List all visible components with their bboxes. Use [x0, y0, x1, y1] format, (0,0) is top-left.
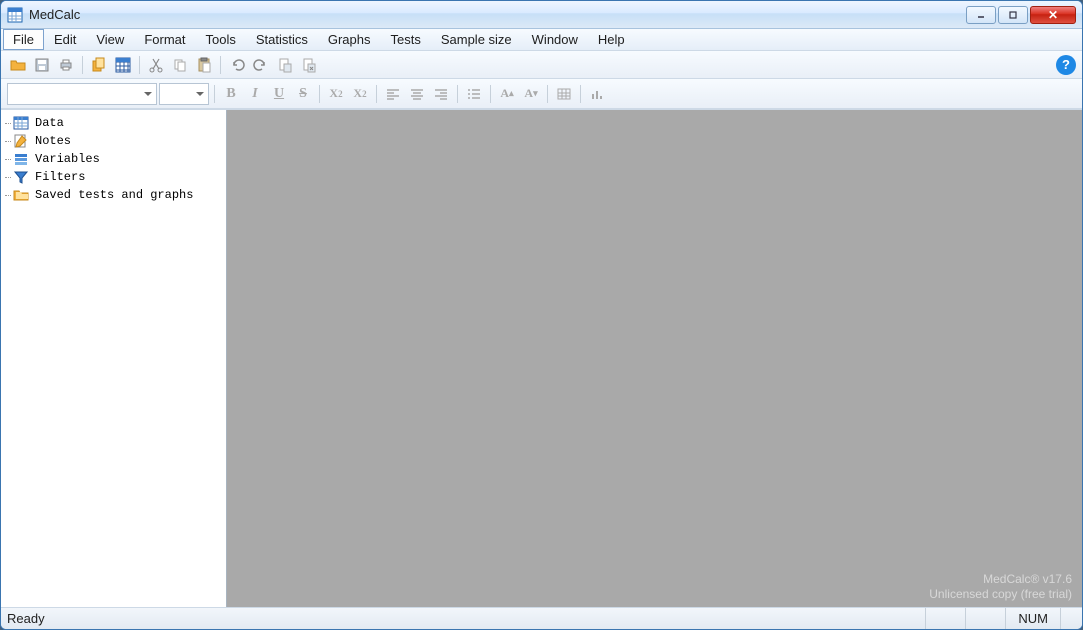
undo-icon[interactable]: [226, 54, 248, 76]
doc-icon-2[interactable]: [298, 54, 320, 76]
chevron-down-icon: [196, 92, 204, 96]
toolbar-separator: [376, 85, 377, 103]
decrease-font-button[interactable]: A▾: [520, 83, 542, 105]
align-left-button[interactable]: [382, 83, 404, 105]
insert-table-button[interactable]: [553, 83, 575, 105]
chevron-down-icon: [144, 92, 152, 96]
tree-label: Filters: [35, 170, 85, 184]
app-window: MedCalc ✕ File Edit View Format Tools St…: [0, 0, 1083, 630]
menu-statistics[interactable]: Statistics: [246, 29, 318, 50]
window-controls: ✕: [966, 6, 1076, 24]
menu-file[interactable]: File: [3, 29, 44, 50]
menu-format[interactable]: Format: [134, 29, 195, 50]
open-icon[interactable]: [7, 54, 29, 76]
menubar: File Edit View Format Tools Statistics G…: [1, 29, 1082, 51]
font-size-combo[interactable]: [159, 83, 209, 105]
filter-icon: [13, 169, 29, 185]
italic-button[interactable]: I: [244, 83, 266, 105]
tree-item-data[interactable]: Data: [1, 114, 226, 132]
variables-icon: [13, 151, 29, 167]
status-cell-empty-1: [925, 608, 965, 629]
menu-tools[interactable]: Tools: [195, 29, 245, 50]
format-toolbar: B I U S X2 X2 A▴ A▾: [1, 79, 1082, 109]
status-cell-empty-2: [965, 608, 1005, 629]
cut-icon[interactable]: [145, 54, 167, 76]
sidebar: Data Notes Variables Filters Saved tests…: [1, 110, 227, 607]
app-icon: [7, 7, 23, 23]
workspace: MedCalc® v17.6 Unlicensed copy (free tri…: [227, 110, 1082, 607]
toolbar-separator: [319, 85, 320, 103]
tree-label: Variables: [35, 152, 100, 166]
watermark: MedCalc® v17.6 Unlicensed copy (free tri…: [929, 572, 1072, 603]
underline-button[interactable]: U: [268, 83, 290, 105]
doc-icon-1[interactable]: [274, 54, 296, 76]
toolbar-separator: [547, 85, 548, 103]
bold-button[interactable]: B: [220, 83, 242, 105]
menu-tests[interactable]: Tests: [381, 29, 431, 50]
tree-item-filters[interactable]: Filters: [1, 168, 226, 186]
menu-sample-size[interactable]: Sample size: [431, 29, 522, 50]
menu-view[interactable]: View: [86, 29, 134, 50]
toolbar-separator: [139, 56, 140, 74]
chart-settings-button[interactable]: [586, 83, 608, 105]
font-family-combo[interactable]: [7, 83, 157, 105]
paste-icon[interactable]: [193, 54, 215, 76]
menu-window[interactable]: Window: [522, 29, 588, 50]
menu-edit[interactable]: Edit: [44, 29, 86, 50]
toolbar-separator: [457, 85, 458, 103]
copy-stack-icon[interactable]: [88, 54, 110, 76]
bullet-list-button[interactable]: [463, 83, 485, 105]
toolbar-separator: [490, 85, 491, 103]
toolbar-separator: [580, 85, 581, 103]
tree-item-variables[interactable]: Variables: [1, 150, 226, 168]
maximize-button[interactable]: [998, 6, 1028, 24]
folder-icon: [13, 187, 29, 203]
minimize-button[interactable]: [966, 6, 996, 24]
watermark-version: MedCalc® v17.6: [929, 572, 1072, 588]
toolbar-separator: [220, 56, 221, 74]
strike-button[interactable]: S: [292, 83, 314, 105]
tree-label: Saved tests and graphs: [35, 188, 193, 202]
status-cell-empty-3: [1060, 608, 1076, 629]
align-center-button[interactable]: [406, 83, 428, 105]
status-numlock: NUM: [1005, 608, 1060, 629]
toolbar-separator: [214, 85, 215, 103]
redo-icon[interactable]: [250, 54, 272, 76]
tree-label: Data: [35, 116, 64, 130]
increase-font-button[interactable]: A▴: [496, 83, 518, 105]
tree-label: Notes: [35, 134, 71, 148]
grid-icon[interactable]: [112, 54, 134, 76]
titlebar: MedCalc ✕: [1, 1, 1082, 29]
tree-item-notes[interactable]: Notes: [1, 132, 226, 150]
save-icon[interactable]: [31, 54, 53, 76]
close-button[interactable]: ✕: [1030, 6, 1076, 24]
window-title: MedCalc: [29, 7, 966, 22]
superscript-button[interactable]: X2: [349, 83, 371, 105]
toolbar-separator: [82, 56, 83, 74]
tree-item-saved[interactable]: Saved tests and graphs: [1, 186, 226, 204]
copy-icon[interactable]: [169, 54, 191, 76]
help-icon[interactable]: ?: [1056, 55, 1076, 75]
statusbar: Ready NUM: [1, 607, 1082, 629]
table-icon: [13, 115, 29, 131]
print-icon[interactable]: [55, 54, 77, 76]
subscript-button[interactable]: X2: [325, 83, 347, 105]
menu-help[interactable]: Help: [588, 29, 635, 50]
standard-toolbar: ?: [1, 51, 1082, 79]
main-area: Data Notes Variables Filters Saved tests…: [1, 109, 1082, 607]
align-right-button[interactable]: [430, 83, 452, 105]
status-text: Ready: [7, 611, 925, 626]
notes-icon: [13, 133, 29, 149]
menu-graphs[interactable]: Graphs: [318, 29, 381, 50]
watermark-license: Unlicensed copy (free trial): [929, 587, 1072, 603]
